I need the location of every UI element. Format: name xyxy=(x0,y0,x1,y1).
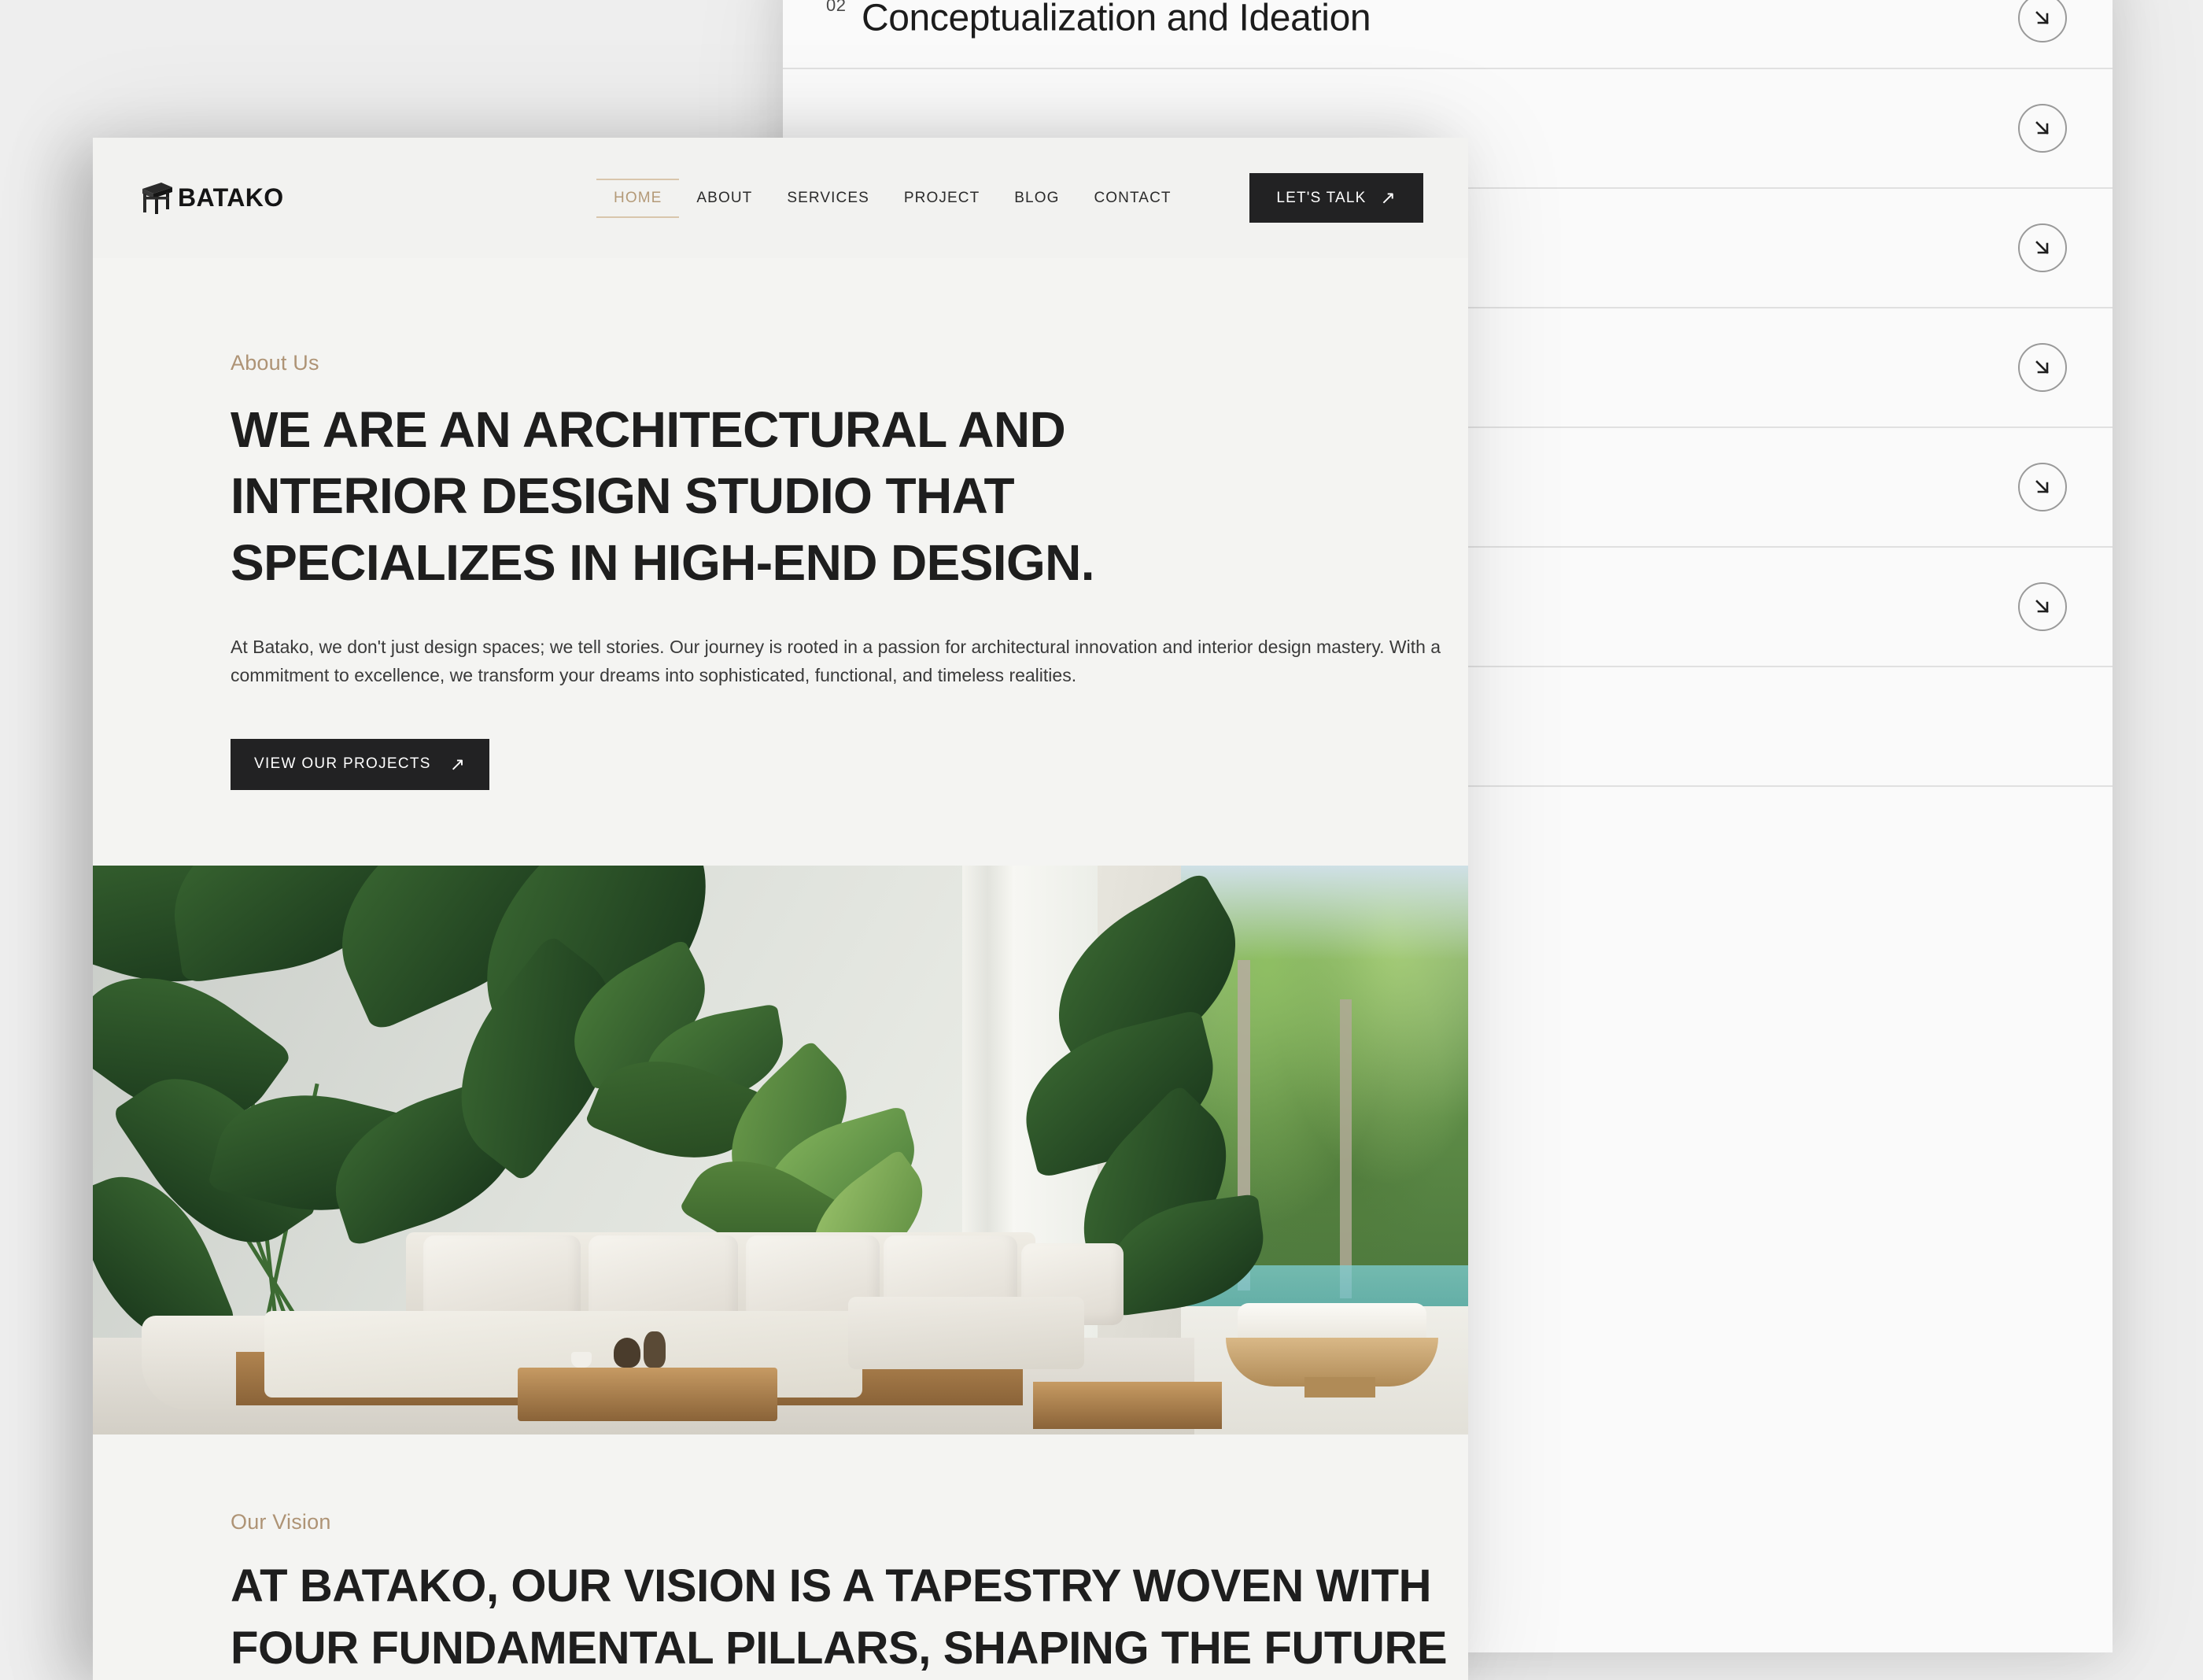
nav-item-blog[interactable]: BLOG xyxy=(997,179,1076,218)
nav-item-about[interactable]: ABOUT xyxy=(679,179,769,218)
nav-item-services[interactable]: SERVICES xyxy=(769,179,887,218)
arrow-down-right-icon[interactable] xyxy=(2018,0,2067,42)
process-number: 02 xyxy=(826,0,847,15)
about-section: About Us WE ARE AN ARCHITECTURAL AND INT… xyxy=(93,258,1468,790)
about-eyebrow: About Us xyxy=(231,351,319,375)
about-heading: WE ARE AN ARCHITECTURAL AND INTERIOR DES… xyxy=(231,401,1095,591)
lets-talk-button[interactable]: LET'S TALK ↗ xyxy=(1249,173,1423,223)
arrow-up-right-icon: ↗ xyxy=(449,753,467,774)
foreground-window: BATAKO HOME ABOUT SERVICES PROJECT BLOG … xyxy=(93,138,1468,1680)
lets-talk-label: LET'S TALK xyxy=(1276,189,1367,206)
brand-name: BATAKO xyxy=(178,183,284,212)
brand-logo[interactable]: BATAKO xyxy=(138,179,284,216)
view-our-projects-button[interactable]: VIEW OUR PROJECTS ↗ xyxy=(231,738,490,790)
navbar: BATAKO HOME ABOUT SERVICES PROJECT BLOG … xyxy=(93,138,1468,258)
arrow-down-right-icon[interactable] xyxy=(2018,104,2067,153)
arrow-down-right-icon[interactable] xyxy=(2018,343,2067,392)
arrow-down-right-icon[interactable] xyxy=(2018,463,2067,511)
vision-heading: AT BATAKO, OUR VISION IS A TAPESTRY WOVE… xyxy=(231,1560,1448,1674)
arrow-down-right-icon[interactable] xyxy=(2018,582,2067,631)
hero-interior-photo xyxy=(93,865,1468,1434)
nav-item-project[interactable]: PROJECT xyxy=(887,179,997,218)
process-title: Conceptualization and Ideation xyxy=(862,0,1371,39)
about-paragraph: At Batako, we don't just design spaces; … xyxy=(231,637,1441,686)
nav-item-home[interactable]: HOME xyxy=(596,178,680,218)
nav-links: HOME ABOUT SERVICES PROJECT BLOG CONTACT xyxy=(596,178,1189,218)
arrow-down-right-icon[interactable] xyxy=(2018,223,2067,272)
arrow-up-right-icon: ↗ xyxy=(1380,187,1397,208)
table-logo-icon xyxy=(138,179,175,216)
vision-eyebrow: Our Vision xyxy=(231,1509,331,1534)
vision-section: Our Vision AT BATAKO, OUR VISION IS A TA… xyxy=(93,1434,1468,1680)
process-row[interactable]: 02 Conceptualization and Ideation xyxy=(783,0,2113,69)
nav-item-contact[interactable]: CONTACT xyxy=(1076,179,1188,218)
view-our-projects-label: VIEW OUR PROJECTS xyxy=(254,755,431,773)
